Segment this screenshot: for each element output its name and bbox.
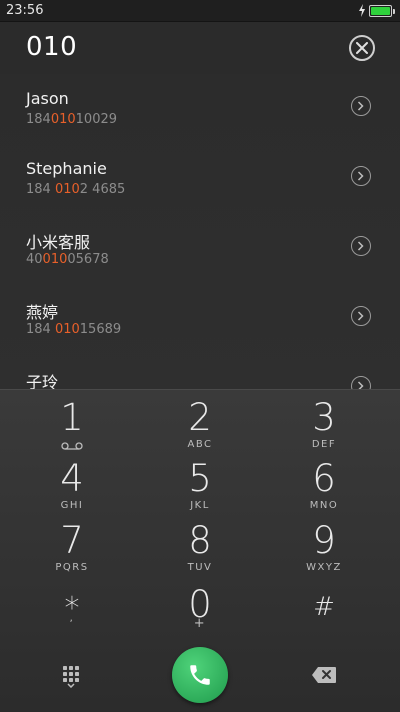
call-button[interactable]: [172, 647, 228, 703]
list-item[interactable]: 子玲: [0, 354, 400, 389]
list-item[interactable]: 小米客服 4001005678: [0, 214, 400, 284]
contact-name: Stephanie: [26, 159, 107, 178]
status-time: 23:56: [6, 3, 44, 18]
contact-detail-button[interactable]: [351, 166, 371, 186]
list-item[interactable]: Stephanie 184 0102 4685: [0, 144, 400, 214]
chevron-right-icon: [357, 381, 364, 389]
dial-query[interactable]: 010: [26, 32, 77, 62]
key-5[interactable]: 5 JKL: [160, 457, 240, 517]
chevron-right-icon: [357, 311, 364, 321]
charging-bolt-icon: [359, 4, 365, 17]
status-bar: 23:56: [0, 0, 400, 22]
contact-detail-button[interactable]: [351, 236, 371, 256]
contact-results: Jason 18401010029 Stephanie 184 0102 468…: [0, 74, 400, 389]
key-6[interactable]: 6 MNO: [284, 457, 364, 517]
key-star[interactable]: * ,: [32, 583, 112, 643]
dial-actions: [0, 639, 400, 712]
chevron-right-icon: [357, 101, 364, 111]
phone-icon: [190, 665, 210, 685]
contact-name: 子玲: [26, 373, 59, 389]
key-4[interactable]: 4 GHI: [32, 457, 112, 517]
dial-keypad: 1 2 ABC 3 DEF 4 GHI 5 JKL 6 MNO 7 PQRS 8…: [0, 389, 400, 711]
voicemail-icon: [61, 442, 83, 450]
key-hash[interactable]: #: [284, 583, 364, 643]
chevron-right-icon: [357, 241, 364, 251]
key-0[interactable]: 0 +: [160, 583, 240, 643]
key-2[interactable]: 2 ABC: [160, 396, 240, 456]
dialpad-toggle-button[interactable]: [60, 664, 82, 689]
close-icon: [356, 42, 368, 54]
list-item[interactable]: Jason 18401010029: [0, 74, 400, 144]
dialpad-grid-icon: [63, 666, 79, 689]
contact-number: 184 01015689: [26, 322, 122, 337]
battery-icon: [369, 5, 395, 17]
list-item[interactable]: 燕婷 184 01015689: [0, 284, 400, 354]
key-3[interactable]: 3 DEF: [284, 396, 364, 456]
contact-name: 燕婷: [26, 303, 59, 322]
contact-detail-button[interactable]: [351, 306, 371, 326]
contact-name: Jason: [26, 89, 69, 108]
key-8[interactable]: 8 TUV: [160, 519, 240, 579]
chevron-right-icon: [357, 171, 364, 181]
key-9[interactable]: 9 WXYZ: [284, 519, 364, 579]
backspace-icon: [312, 667, 336, 683]
key-1[interactable]: 1: [32, 396, 112, 456]
search-header: 010: [0, 22, 400, 74]
contact-number: 18401010029: [26, 112, 118, 127]
clear-button[interactable]: [349, 35, 375, 61]
contact-number: 184 0102 4685: [26, 182, 126, 197]
contact-detail-button[interactable]: [351, 96, 371, 116]
contact-detail-button[interactable]: [351, 376, 371, 389]
key-7[interactable]: 7 PQRS: [32, 519, 112, 579]
contact-name: 小米客服: [26, 233, 91, 252]
contact-number: 4001005678: [26, 252, 109, 267]
backspace-button[interactable]: [311, 666, 337, 684]
